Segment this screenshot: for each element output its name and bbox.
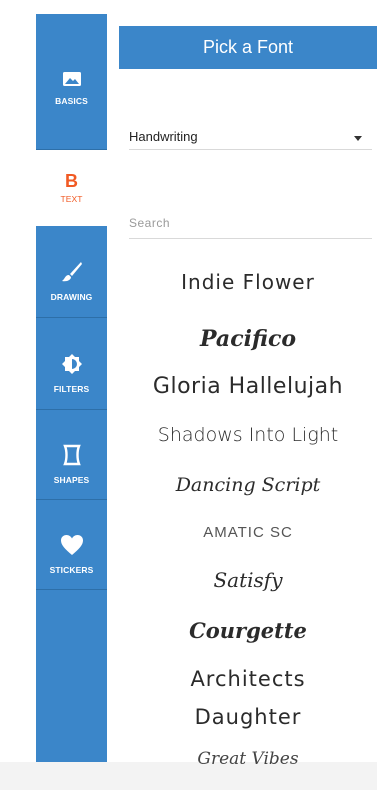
panel-title: Pick a Font <box>119 26 377 69</box>
sidebar-item-text[interactable]: B TEXT <box>36 150 107 226</box>
sidebar-item-basics[interactable]: BASICS <box>36 14 107 150</box>
font-option-dancing-script[interactable]: Dancing Script <box>119 474 377 496</box>
font-option-satisfy[interactable]: Satisfy <box>119 568 377 592</box>
font-option-courgette[interactable]: Courgette <box>119 618 377 643</box>
image-icon <box>62 71 82 92</box>
font-category-value: Handwriting <box>129 129 198 144</box>
sidebar-item-label: FILTERS <box>53 384 90 394</box>
font-option-pacifico[interactable]: Pacifico <box>119 326 377 352</box>
sidebar-item-stickers[interactable]: STICKERS <box>36 500 107 590</box>
sidebar-item-shapes[interactable]: SHAPES <box>36 410 107 500</box>
sidebar-item-drawing[interactable]: DRAWING <box>36 226 107 318</box>
sidebar-item-filters[interactable]: FILTERS <box>36 318 107 410</box>
sidebar-item-label: STICKERS <box>49 565 94 575</box>
sidebar-item-label: DRAWING <box>50 292 93 302</box>
font-option-gloria-hallelujah[interactable]: Gloria Hallelujah <box>119 374 377 399</box>
sidebar-item-label: SHAPES <box>53 475 90 485</box>
brush-icon <box>61 261 83 288</box>
font-option-shadows-into-light[interactable]: Shadows Into Light <box>119 424 377 446</box>
font-option-great-vibes[interactable]: Great Vibes <box>119 749 377 769</box>
search-input[interactable] <box>129 208 372 239</box>
left-gutter <box>0 0 36 790</box>
sidebar-item-label: TEXT <box>60 194 83 204</box>
font-option-amatic-sc[interactable]: AMATIC SC <box>119 524 377 541</box>
heart-icon <box>60 534 84 561</box>
font-option-architects-daughter[interactable]: Architects <box>119 667 377 691</box>
sidebar: BASICS B TEXT DRAWING FILTERS SHAPES STI… <box>36 14 107 762</box>
brightness-icon <box>61 353 83 380</box>
font-option-architects-daughter-line2[interactable]: Daughter <box>119 705 377 729</box>
font-option-indie-flower[interactable]: Indie Flower <box>119 270 377 294</box>
sidebar-item-label: BASICS <box>55 96 88 106</box>
font-category-select[interactable]: Handwriting <box>129 127 372 150</box>
bold-b-icon: B <box>65 171 78 191</box>
caret-down-icon <box>354 136 362 141</box>
shape-icon <box>62 444 81 471</box>
